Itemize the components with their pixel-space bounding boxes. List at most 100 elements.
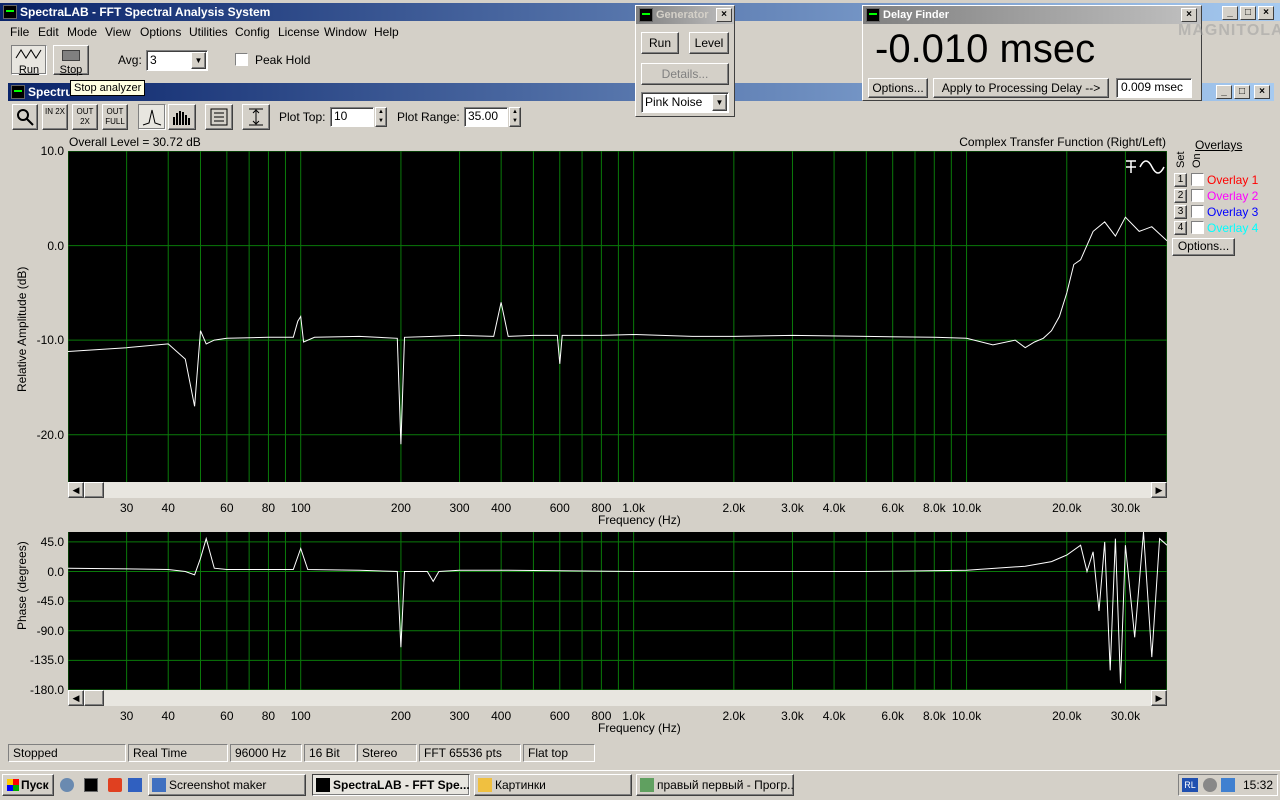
line-plot-button[interactable] [138, 104, 166, 130]
x-tick-label: 8.0k [922, 709, 946, 723]
menu-utilities[interactable]: Utilities [189, 25, 228, 39]
plot-top-input[interactable]: 10 [330, 107, 374, 127]
x-tick-label: 400 [491, 501, 512, 515]
amplitude-scrollbar[interactable]: ◀ ▶ [68, 482, 1167, 498]
chevron-down-icon[interactable]: ▼ [712, 94, 727, 111]
scale-button[interactable] [242, 104, 270, 130]
menu-config[interactable]: Config [235, 25, 270, 39]
windows-logo-icon [7, 779, 19, 791]
x-tick-label: 30 [119, 501, 134, 515]
status-state: Stopped [8, 744, 126, 762]
delay-finder-title-bar[interactable]: Delay Finder × [863, 6, 1201, 24]
quicklaunch-browser-icon[interactable] [60, 778, 74, 792]
plot-top-spinner[interactable]: ▲ ▼ [375, 107, 387, 127]
stop-button[interactable]: Stop [53, 45, 89, 76]
close-icon[interactable]: × [1181, 8, 1197, 22]
scroll-thumb[interactable] [84, 690, 104, 706]
avg-select[interactable]: 3 ▼ [146, 50, 208, 71]
x-tick-label: 3.0k [781, 709, 804, 723]
menu-window[interactable]: Window [324, 25, 367, 39]
quicklaunch-opera-icon[interactable] [108, 778, 122, 792]
minimize-icon[interactable]: _ [1222, 6, 1238, 20]
menu-mode[interactable]: Mode [67, 25, 97, 39]
generator-level-button[interactable]: Level [689, 32, 729, 54]
generator-title-bar[interactable]: Generator × [636, 6, 734, 24]
watermark-logo: MAGNITOLA [1178, 22, 1280, 39]
generator-signal-select[interactable]: Pink Noise ▼ [641, 92, 729, 113]
run-wave-icon [15, 49, 42, 59]
tray-volume-icon[interactable] [1203, 778, 1217, 792]
peak-hold-checkbox[interactable] [235, 53, 248, 66]
line-plot-icon [142, 109, 162, 126]
overlay-checkbox[interactable] [1191, 205, 1204, 218]
tray-network-icon[interactable] [1221, 778, 1235, 792]
language-indicator[interactable]: RL [1182, 778, 1198, 792]
processing-delay-field[interactable]: 0.009 msec [1116, 78, 1192, 98]
scroll-right-icon[interactable]: ▶ [1151, 482, 1167, 498]
run-button[interactable]: Run [11, 45, 47, 76]
zoom-tool-button[interactable] [12, 104, 38, 130]
x-tick-label: 10.0k [951, 501, 982, 515]
overlay-set-button[interactable]: 4 [1174, 221, 1187, 235]
menu-options[interactable]: Options [140, 25, 181, 39]
x-tick-label: 60 [220, 501, 234, 515]
amplitude-plot[interactable] [68, 151, 1167, 482]
task-spectralab[interactable]: SpectraLAB - FFT Spe... [312, 774, 470, 796]
amplitude-x-axis-label: Frequency (Hz) [598, 513, 681, 527]
task-screenshot-maker[interactable]: Screenshot maker [148, 774, 306, 796]
zoom-in-2x-button[interactable]: IN 2X [42, 104, 68, 130]
chevron-down-icon[interactable]: ▼ [191, 52, 206, 69]
y-tick-label: -135.0 [29, 653, 64, 668]
close-icon[interactable]: × [716, 8, 732, 22]
scroll-left-icon[interactable]: ◀ [68, 690, 84, 706]
overlays-title[interactable]: Overlays [1195, 138, 1242, 152]
plot-range-spinner[interactable]: ▲ ▼ [509, 107, 521, 127]
menu-file[interactable]: File [10, 25, 29, 39]
x-tick-label: 40 [161, 501, 175, 515]
menu-help[interactable]: Help [374, 25, 399, 39]
status-sample-rate: 96000 Hz [230, 744, 302, 762]
minimize-icon[interactable]: _ [1216, 85, 1232, 99]
menu-view[interactable]: View [105, 25, 131, 39]
x-tick-label: 10.0k [951, 709, 982, 723]
overlays-options-button[interactable]: Options... [1172, 238, 1235, 256]
overlay-checkbox[interactable] [1191, 221, 1204, 234]
zoom-full-button[interactable]: OUT FULL [102, 104, 128, 130]
status-bit-depth: 16 Bit [304, 744, 356, 762]
scroll-right-icon[interactable]: ▶ [1151, 690, 1167, 706]
apply-processing-delay-button[interactable]: Apply to Processing Delay --> [933, 78, 1109, 98]
status-mode: Real Time [128, 744, 228, 762]
menu-license[interactable]: License [278, 25, 319, 39]
data-series-line [68, 216, 1167, 445]
phase-plot[interactable] [68, 532, 1167, 690]
task-image-viewer[interactable]: правый первый - Прогр... [636, 774, 794, 796]
overlay-checkbox[interactable] [1191, 173, 1204, 186]
delay-options-button[interactable]: Options... [868, 78, 928, 98]
overlay-checkbox[interactable] [1191, 189, 1204, 202]
overlay-set-button[interactable]: 1 [1174, 173, 1187, 187]
scroll-thumb[interactable] [84, 482, 104, 498]
phase-scrollbar[interactable]: ◀ ▶ [68, 690, 1167, 706]
generator-details-button[interactable]: Details... [641, 63, 729, 85]
magnifier-icon [17, 109, 34, 126]
close-icon[interactable]: × [1254, 85, 1270, 99]
quicklaunch-desktop-icon[interactable] [128, 778, 142, 792]
zoom-out-2x-button[interactable]: OUT 2X [72, 104, 98, 130]
clock: 15:32 [1243, 778, 1274, 792]
scroll-left-icon[interactable]: ◀ [68, 482, 84, 498]
overlay-set-button[interactable]: 2 [1174, 189, 1187, 203]
maximize-icon[interactable]: □ [1240, 6, 1256, 20]
plot-range-input[interactable]: 35.00 [464, 107, 508, 127]
start-button[interactable]: Пуск [2, 774, 54, 796]
quicklaunch-spectralab-icon[interactable] [84, 778, 98, 792]
menu-edit[interactable]: Edit [38, 25, 59, 39]
generator-run-button[interactable]: Run [641, 32, 679, 54]
overlay-set-button[interactable]: 3 [1174, 205, 1187, 219]
close-icon[interactable]: × [1258, 6, 1274, 20]
maximize-icon[interactable]: □ [1234, 85, 1250, 99]
y-tick-label: -90.0 [36, 623, 64, 638]
view-settings-button[interactable] [205, 104, 233, 130]
bar-plot-button[interactable] [168, 104, 196, 130]
task-folder[interactable]: Картинки [474, 774, 632, 796]
x-tick-label: 2.0k [722, 501, 746, 515]
